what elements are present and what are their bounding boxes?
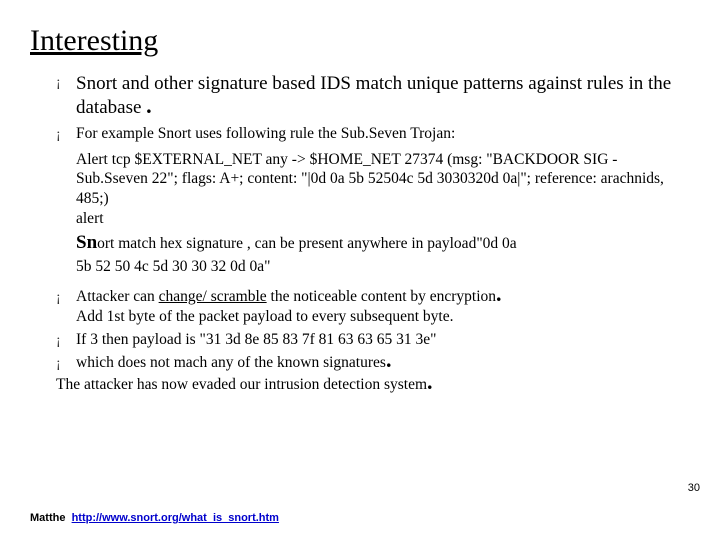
bullet-3-post: the noticeable content by encryption [267, 288, 496, 305]
rule-block: Alert tcp $EXTERNAL_NET any -> $HOME_NET… [76, 150, 690, 229]
snort-line: Snort match hex signature , can be prese… [76, 231, 690, 255]
footer: Matthe http://www.snort.org/what_is_snor… [30, 512, 279, 524]
bullet-3-pre: Attacker can [76, 288, 159, 305]
rule-line-1: Alert tcp $EXTERNAL_NET any -> $HOME_NET… [76, 150, 690, 209]
page-number: 30 [688, 482, 700, 494]
bullet-3-text: Attacker can change/ scramble the notice… [76, 287, 690, 327]
bullet-2-text: For example Snort uses following rule th… [76, 124, 690, 144]
bullet-1-text: Snort and other signature based IDS matc… [76, 72, 690, 121]
bullet-5-main: which does not mach any of the known sig… [76, 354, 386, 371]
closing-line: The attacker has now evaded our intrusio… [56, 375, 690, 395]
bullet-1-dot: . [146, 93, 152, 118]
bullet-marker: ¡ [56, 330, 76, 350]
bullet-5-text: which does not mach any of the known sig… [76, 353, 690, 373]
slide-title: Interesting [30, 24, 690, 58]
bullet-3: ¡ Attacker can change/ scramble the noti… [56, 287, 690, 327]
slide: Interesting ¡ Snort and other signature … [0, 0, 720, 540]
bullet-marker: ¡ [56, 124, 76, 144]
bullet-1-main: Snort and other signature based IDS matc… [76, 73, 671, 118]
bullet-1: ¡ Snort and other signature based IDS ma… [56, 72, 690, 121]
closing-dot: . [427, 369, 433, 394]
snort-prefix: Sn [76, 232, 97, 253]
footer-link[interactable]: http://www.snort.org/what_is_snort.htm [72, 512, 279, 524]
footer-author: Matthe [30, 512, 65, 524]
bullet-3-dot: . [496, 281, 502, 306]
bullet-5-dot: . [386, 347, 392, 372]
snort-rest: ort match hex signature , can be present… [97, 235, 517, 252]
rule-line-2: alert [76, 209, 690, 229]
bullet-marker: ¡ [56, 353, 76, 373]
bullet-5: ¡ which does not mach any of the known s… [56, 353, 690, 373]
closing-text: The attacker has now evaded our intrusio… [56, 376, 427, 393]
bullet-marker: ¡ [56, 72, 76, 121]
bullet-2: ¡ For example Snort uses following rule … [56, 124, 690, 144]
bullet-3-ul: change/ scramble [159, 288, 267, 305]
slide-body: ¡ Snort and other signature based IDS ma… [30, 72, 690, 395]
bullet-4-text: If 3 then payload is "31 3d 8e 85 83 7f … [76, 330, 690, 350]
hex-line: 5b 52 50 4c 5d 30 30 32 0d 0a" [76, 257, 690, 277]
bullet-3-line2: Add 1st byte of the packet payload to ev… [76, 308, 454, 325]
bullet-4: ¡ If 3 then payload is "31 3d 8e 85 83 7… [56, 330, 690, 350]
bullet-marker: ¡ [56, 287, 76, 327]
